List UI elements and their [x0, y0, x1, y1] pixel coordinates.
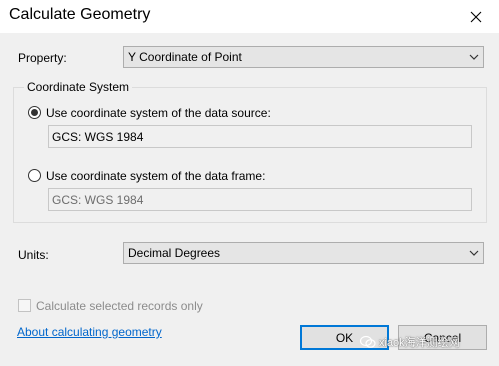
radio-selected-dot [31, 109, 38, 116]
chevron-down-icon [469, 250, 479, 256]
close-icon [470, 11, 482, 22]
data-frame-radio[interactable] [28, 169, 41, 182]
data-source-label[interactable]: Use coordinate system of the data source… [46, 106, 271, 120]
data-frame-cs-value: GCS: WGS 1984 [52, 193, 144, 207]
units-dropdown[interactable]: Decimal Degrees [123, 242, 484, 264]
data-source-radio[interactable] [28, 106, 41, 119]
ok-button-label: OK [335, 330, 354, 345]
window-title: Calculate Geometry [9, 6, 151, 23]
wechat-icon [360, 335, 376, 348]
chevron-down-icon [469, 54, 479, 60]
units-value: Decimal Degrees [128, 246, 221, 260]
watermark: xiaok海洋测绘网 [360, 334, 460, 350]
property-label: Property: [18, 51, 67, 65]
calculate-selected-checkbox[interactable] [18, 299, 31, 312]
about-geometry-link[interactable]: About calculating geometry [17, 325, 162, 339]
property-dropdown[interactable]: Y Coordinate of Point [123, 46, 484, 68]
title-bar: Calculate Geometry [0, 0, 499, 33]
property-value: Y Coordinate of Point [128, 50, 242, 64]
coordinate-system-group-label: Coordinate System [24, 80, 133, 94]
watermark-text: xiaok海洋测绘网 [379, 337, 460, 349]
data-source-cs-value: GCS: WGS 1984 [52, 130, 144, 144]
data-frame-label[interactable]: Use coordinate system of the data frame: [46, 169, 265, 183]
data-frame-cs-field: GCS: WGS 1984 [48, 188, 472, 211]
calculate-selected-label: Calculate selected records only [36, 299, 203, 313]
close-button[interactable] [453, 0, 499, 33]
units-label: Units: [18, 248, 49, 262]
data-source-cs-field: GCS: WGS 1984 [48, 125, 472, 148]
